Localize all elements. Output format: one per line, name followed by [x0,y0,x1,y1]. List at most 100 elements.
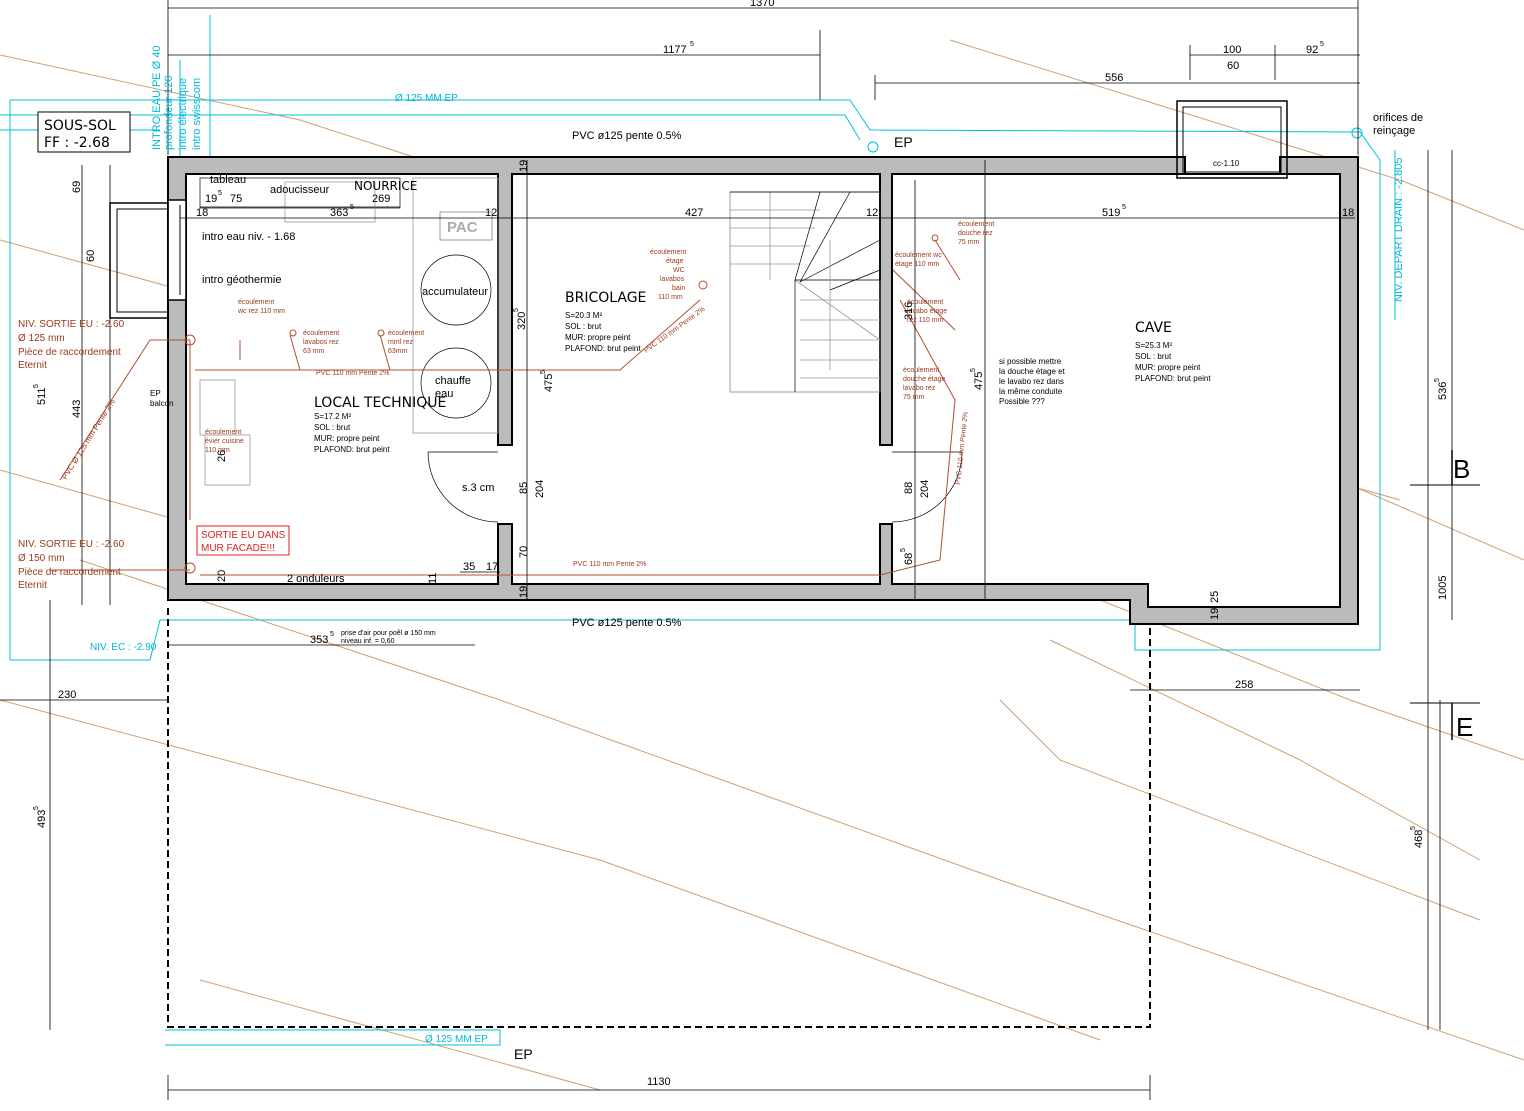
svg-text:5: 5 [33,806,40,810]
svg-text:100: 100 [1223,44,1241,56]
ep-label-bottom: EP [514,1046,533,1062]
svg-text:88: 88 [903,482,915,494]
svg-text:wc rez 110 mm: wc rez 110 mm [237,308,285,315]
svg-text:intro électrique: intro électrique [177,78,189,150]
svg-text:536: 536 [1437,382,1449,400]
svg-text:12: 12 [866,207,878,219]
svg-text:écoulement wc: écoulement wc [895,252,942,259]
svg-text:70: 70 [518,546,530,558]
tableau-label: tableau [210,174,246,186]
svg-text:316: 316 [903,302,915,320]
building-walls [167,156,1359,625]
svg-text:écoulement: écoulement [205,429,241,436]
svg-text:Ø 150 mm: Ø 150 mm [18,553,65,564]
pvc-label-bottom: PVC ø125 pente 0.5% [572,617,682,629]
svg-text:353: 353 [310,634,328,646]
svg-text:CAVE: CAVE [1135,320,1172,336]
svg-text:MUR: propre peint: MUR: propre peint [314,434,380,443]
svg-text:1370: 1370 [750,0,774,9]
svg-text:5: 5 [33,384,40,388]
svg-text:75: 75 [230,193,242,205]
ep-balcon-label-1: EP [150,389,161,398]
window-bay-left [109,202,169,319]
level-ff: FF : -2.68 [44,135,110,151]
svg-text:493: 493 [36,810,48,828]
svg-text:Pièce de raccordement: Pièce de raccordement [18,567,121,578]
svg-text:475: 475 [543,374,555,392]
svg-text:75 mm: 75 mm [958,239,980,246]
svg-text:S=17.2 M²: S=17.2 M² [314,412,351,421]
svg-text:MUR: propre peint: MUR: propre peint [565,333,631,342]
svg-text:SOL : brut: SOL : brut [314,423,351,432]
svg-text:lavabos: lavabos [660,276,685,283]
svg-text:S=25.3 M²: S=25.3 M² [1135,341,1172,350]
svg-text:468: 468 [1413,830,1425,848]
svg-text:écoulement: écoulement [650,249,686,256]
svg-text:prise d'air pour poêl ø 150 mm: prise d'air pour poêl ø 150 mm [341,630,436,637]
floor-plan-sheet: B E SOUS-SOL FF : -2.68 Ø 125 MM EP Ø 12… [0,0,1524,1111]
svg-text:5: 5 [218,190,222,197]
niv-ec-label: NIV. EC : -2.90 [90,642,157,653]
svg-text:écoulement: écoulement [903,367,939,374]
svg-text:Possible ???: Possible ??? [999,397,1045,406]
ep-label-top: EP [894,134,913,150]
svg-text:556: 556 [1105,72,1123,84]
svg-text:19: 19 [518,586,530,598]
svg-text:5: 5 [540,370,547,374]
svg-text:25: 25 [1209,591,1221,603]
svg-text:204: 204 [534,480,546,498]
svg-text:Pièce de raccordement: Pièce de raccordement [18,347,121,358]
svg-text:68: 68 [903,553,915,565]
onduleurs-label: 2 onduleurs [287,573,345,585]
ep-pipe-label-bottom: Ø 125 MM EP [425,1034,488,1045]
intro-eau-label: intro eau niv. - 1.68 [202,231,295,243]
svg-text:69: 69 [71,181,83,193]
svg-text:18: 18 [1342,207,1354,219]
svg-text:5: 5 [1434,378,1441,382]
svg-text:5: 5 [970,368,977,372]
svg-text:si possible mettre: si possible mettre [999,357,1062,366]
floor-plan-drawing: B E SOUS-SOL FF : -2.68 Ø 125 MM EP Ø 12… [0,0,1524,1100]
svg-text:19: 19 [205,193,217,205]
svg-text:BRICOLAGE: BRICOLAGE [565,290,646,306]
svg-text:lavabos rez: lavabos rez [303,339,339,346]
svg-text:douche étage: douche étage [903,376,946,383]
section-label-b: B [1453,454,1470,484]
ep-balcon-label-2: balcon [150,399,174,408]
adoucisseur-label: adoucisseur [270,184,330,196]
svg-text:60: 60 [1227,60,1239,72]
section-marker-b: B [1410,450,1480,486]
svg-text:18: 18 [196,207,208,219]
svg-text:PLAFOND: brut peint: PLAFOND: brut peint [1135,374,1211,383]
svg-text:63mm: 63mm [388,348,408,355]
svg-text:427: 427 [685,207,703,219]
svg-text:WC: WC [673,267,685,274]
svg-text:11: 11 [427,573,439,584]
svg-text:lavabo rez: lavabo rez [903,385,936,392]
svg-text:75 mm: 75 mm [903,394,925,401]
section-label-e: E [1456,712,1473,742]
svg-text:230: 230 [58,689,76,701]
svg-text:5: 5 [1320,41,1324,48]
svg-text:bain: bain [672,285,685,292]
svg-text:1177: 1177 [663,44,687,56]
svg-text:60: 60 [85,250,97,262]
svg-text:511: 511 [36,387,48,405]
svg-text:363: 363 [330,207,348,219]
svg-text:niveau inf. = 0,60: niveau inf. = 0,60 [341,638,395,645]
pvc125-diag-label: PVC Ø 125 mm Pente 2% [60,397,117,481]
svg-text:12: 12 [485,207,497,219]
sortie-eu-1: NIV. SORTIE EU : -2.60 Ø 125 mm Pièce de… [18,319,125,371]
svg-text:5: 5 [900,548,907,552]
svg-text:17: 17 [486,561,498,573]
svg-text:258: 258 [1235,679,1253,691]
svg-text:SOL : brut: SOL : brut [565,322,602,331]
svg-text:écoulement: écoulement [238,299,274,306]
svg-text:85: 85 [518,482,530,494]
svg-text:Eternit: Eternit [18,580,47,591]
svg-text:269: 269 [372,193,390,205]
svg-text:écoulement: écoulement [303,330,339,337]
svg-text:5: 5 [1410,826,1417,830]
intro-vertical-labels: INTRO EAU PE Ø 40 profondeur 120 intro é… [151,45,203,150]
svg-text:douche rez: douche rez [958,230,993,237]
